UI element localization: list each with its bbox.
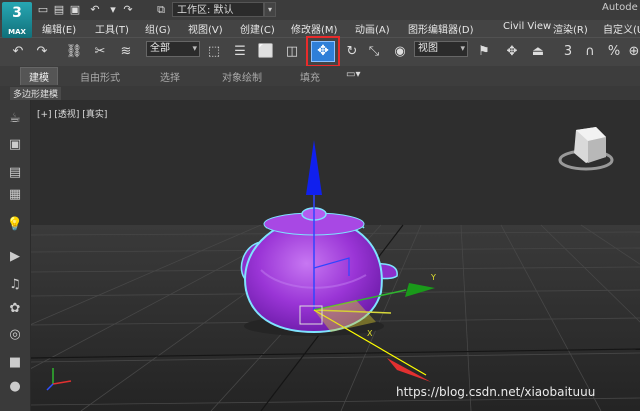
selection-filter-dropdown[interactable]: 全部 xyxy=(146,41,200,57)
save-file-icon[interactable]: ▣ xyxy=(67,2,83,17)
spinner-snap-icon[interactable]: ⊕ xyxy=(624,42,640,62)
select-manipulate-icon[interactable]: ✥ xyxy=(502,42,522,62)
particle-icon[interactable]: ✿ xyxy=(6,300,24,318)
angle-snap-icon[interactable]: ∩ xyxy=(580,42,600,62)
redo-icon[interactable]: ↷ xyxy=(120,2,136,17)
tab-populate[interactable]: 填充 xyxy=(300,69,320,84)
rectangular-selection-icon[interactable]: ⬜ xyxy=(256,42,276,62)
workspace-dropdown-icon[interactable]: ▾ xyxy=(264,2,276,17)
workspace-selector[interactable]: 工作区: 默认 xyxy=(172,2,264,17)
menu-graph-editors[interactable]: 图形编辑器(D) xyxy=(408,21,474,36)
window-crossing-icon[interactable]: ◫ xyxy=(282,42,302,62)
link-icon[interactable]: ⛓ xyxy=(64,42,84,62)
rotate-icon[interactable]: ↻ xyxy=(342,42,362,62)
scale-icon[interactable]: ⤡ xyxy=(364,42,384,62)
polygon-modeling-tab[interactable]: 多边形建模 xyxy=(10,87,62,100)
camera-lens-icon[interactable]: ◎ xyxy=(6,326,24,344)
menu-civil-view[interactable]: Civil View xyxy=(503,21,551,32)
tab-object-paint[interactable]: 对象绘制 xyxy=(222,69,262,84)
move-icon: ✥ xyxy=(311,41,335,62)
hold-icon[interactable]: ⧉ xyxy=(153,2,169,17)
select-and-move-button[interactable]: ✥ xyxy=(306,36,340,67)
new-file-icon[interactable]: ▭ xyxy=(35,2,51,17)
watermark-text: https://blog.csdn.net/xiaobaituuu xyxy=(396,385,596,399)
menu-create[interactable]: 创建(C) xyxy=(240,21,275,36)
application-button[interactable]: 3 MAX xyxy=(2,2,32,38)
scene-explorer-icon[interactable]: ▤ xyxy=(6,164,24,182)
tab-modeling[interactable]: 建模 xyxy=(20,67,58,85)
tab-freeform[interactable]: 自由形式 xyxy=(80,69,120,84)
tab-selection[interactable]: 选择 xyxy=(160,69,180,84)
undo-icon[interactable]: ↶ xyxy=(8,42,28,62)
percent-snap-icon[interactable]: % xyxy=(604,42,624,62)
window-title: Autode xyxy=(602,2,638,13)
menu-views[interactable]: 视图(V) xyxy=(188,21,223,36)
menu-rendering[interactable]: 渲染(R) xyxy=(553,21,588,36)
viewport-scene: X Y xyxy=(31,100,640,411)
menu-customize[interactable]: 自定义(U xyxy=(603,21,640,36)
box-icon[interactable]: ■ xyxy=(6,354,24,372)
perspective-viewport[interactable]: X Y [+] [透视] [真实] xyxy=(31,100,640,411)
viewport-label[interactable]: [+] [透视] [真实] xyxy=(37,107,107,120)
light-icon[interactable]: 💡 xyxy=(6,216,24,234)
teapot-icon[interactable]: ☕ xyxy=(6,110,24,128)
camera-icon[interactable]: ▶ xyxy=(6,248,24,266)
place-icon[interactable]: ◉ xyxy=(390,42,410,62)
select-object-icon[interactable]: ⬚ xyxy=(204,42,224,62)
gizmo-x-label: X xyxy=(367,329,373,338)
app-logo-label: MAX xyxy=(8,28,26,36)
app-logo-icon: 3 xyxy=(12,5,22,21)
undo-dropdown-icon[interactable]: ▾ xyxy=(105,2,121,17)
select-by-name-icon[interactable]: ☰ xyxy=(230,42,250,62)
gizmo-y-label: Y xyxy=(430,273,436,282)
title-bar: ▭ ▤ ▣ ↶ ▾ ↷ ⧉ 工作区: 默认 ▾ Autode xyxy=(0,0,640,21)
pivot-center-icon[interactable]: ⚑ xyxy=(474,42,494,62)
ribbon-subbar: 多边形建模 xyxy=(0,86,640,100)
menu-tools[interactable]: 工具(T) xyxy=(95,21,129,36)
bind-space-warp-icon[interactable]: ≋ xyxy=(116,42,136,62)
render-frame-icon[interactable]: ▣ xyxy=(6,136,24,154)
reference-coordinate-dropdown[interactable]: 视图 xyxy=(414,41,468,57)
menu-animation[interactable]: 动画(A) xyxy=(355,21,390,36)
undo-icon[interactable]: ↶ xyxy=(87,2,103,17)
ribbon-options-icon[interactable]: ▭▾ xyxy=(346,69,360,80)
open-file-icon[interactable]: ▤ xyxy=(51,2,67,17)
menu-group[interactable]: 组(G) xyxy=(145,21,171,36)
left-toolbar: ☕ ▣ ▤ ▦ 💡 ▶ ♫ ✿ ◎ ■ ● xyxy=(0,100,31,411)
redo-icon[interactable]: ↷ xyxy=(32,42,52,62)
menu-modifiers[interactable]: 修改器(M) xyxy=(291,21,337,36)
sound-icon[interactable]: ♫ xyxy=(6,276,24,294)
unlink-icon[interactable]: ✂ xyxy=(90,42,110,62)
layer-icon[interactable]: ▦ xyxy=(6,186,24,204)
sphere-icon[interactable]: ● xyxy=(6,378,24,396)
keyboard-shortcut-override-icon[interactable]: ⏏ xyxy=(528,42,548,62)
ribbon-bar: 建模 自由形式 选择 对象绘制 填充 ▭▾ xyxy=(0,66,640,87)
menu-edit[interactable]: 编辑(E) xyxy=(42,21,76,36)
menu-bar: 编辑(E) 工具(T) 组(G) 视图(V) 创建(C) 修改器(M) 动画(A… xyxy=(0,20,640,37)
snaps-toggle-icon[interactable]: 3 xyxy=(558,42,578,62)
